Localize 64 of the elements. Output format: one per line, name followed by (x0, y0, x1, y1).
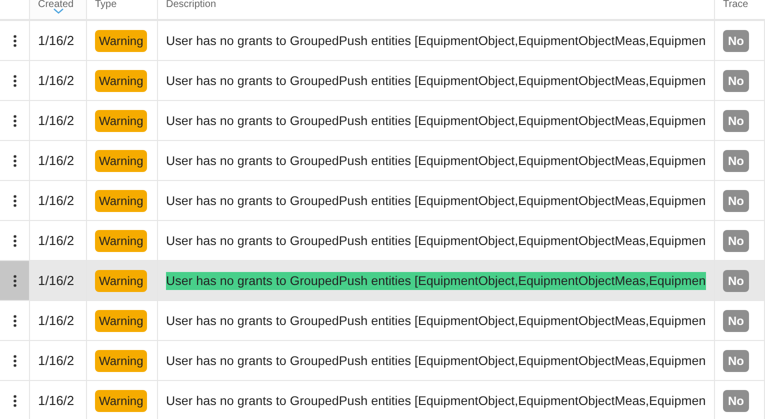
table-row[interactable]: 1/16/2 Warning User has no grants to GroupedPush entities [EquipmentObject,EquipmentObjectMeas,Equipmen No (0, 141, 765, 181)
sort-descending-icon (53, 8, 64, 14)
description-text: User has no grants to GroupedPush entities [EquipmentObject,EquipmentObjectMeas,Equipmen (166, 232, 706, 250)
more-options-icon[interactable] (12, 234, 16, 246)
description-text: User has no grants to GroupedPush entities [EquipmentObject,EquipmentObjectMeas,Equipmen (166, 192, 706, 210)
description-text: User has no grants to GroupedPush entities [EquipmentObject,EquipmentObjectMeas,Equipmen (166, 112, 706, 130)
date-text: 1/16/2 (38, 393, 74, 408)
description-text: User has no grants to GroupedPush entities [EquipmentObject,EquipmentObjectMeas,Equipmen (166, 392, 706, 410)
column-header[interactable]: Type (95, 0, 117, 10)
more-options-icon[interactable] (12, 394, 16, 406)
table-row[interactable]: 1/16/2 Warning User has no grants to GroupedPush entities [EquipmentObject,EquipmentObjectMeas,Equipmen No (0, 341, 765, 381)
more-options-icon[interactable] (12, 314, 16, 326)
warning-badge: Warning (95, 390, 148, 412)
trace-badge: No (723, 30, 749, 52)
column-header[interactable]: Created (38, 0, 74, 10)
table-row[interactable]: 1/16/2 Warning User has no grants to GroupedPush entities [EquipmentObject,EquipmentObjectMeas,Equipmen No (0, 61, 765, 101)
description-text: User has no grants to GroupedPush entities [EquipmentObject,EquipmentObjectMeas,Equipmen (166, 272, 706, 290)
more-options-icon[interactable] (12, 114, 16, 126)
table-row[interactable]: 1/16/2 Warning User has no grants to GroupedPush entities [EquipmentObject,EquipmentObjectMeas,Equipmen No (0, 101, 765, 141)
trace-badge: No (723, 230, 749, 252)
more-options-icon[interactable] (12, 274, 16, 286)
trace-badge: No (723, 310, 749, 332)
warning-badge: Warning (95, 190, 148, 212)
column-header[interactable]: Trace (723, 0, 748, 10)
description-text: User has no grants to GroupedPush entities [EquipmentObject,EquipmentObjectMeas,Equipmen (166, 72, 706, 90)
date-text: 1/16/2 (38, 73, 74, 88)
table-row[interactable]: 1/16/2 Warning User has no grants to GroupedPush entities [EquipmentObject,EquipmentObjectMeas,Equipmen No (0, 261, 765, 301)
table-row[interactable]: 1/16/2 Warning User has no grants to GroupedPush entities [EquipmentObject,EquipmentObjectMeas,Equipmen No (0, 21, 765, 61)
warning-badge: Warning (95, 350, 148, 372)
warning-badge: Warning (95, 230, 148, 252)
date-text: 1/16/2 (38, 233, 74, 248)
date-text: 1/16/2 (38, 193, 74, 208)
date-text: 1/16/2 (38, 273, 74, 288)
date-text: 1/16/2 (38, 353, 74, 368)
description-text: User has no grants to GroupedPush entities [EquipmentObject,EquipmentObjectMeas,Equipmen (166, 32, 706, 50)
warning-badge: Warning (95, 30, 148, 52)
trace-badge: No (723, 150, 749, 172)
trace-badge: No (723, 110, 749, 132)
more-options-icon[interactable] (12, 74, 16, 86)
table-row[interactable]: 1/16/2 Warning User has no grants to GroupedPush entities [EquipmentObject,EquipmentObjectMeas,Equipmen No (0, 381, 765, 419)
warning-badge: Warning (95, 310, 148, 332)
description-text: User has no grants to GroupedPush entities [EquipmentObject,EquipmentObjectMeas,Equipmen (166, 152, 706, 170)
more-options-icon[interactable] (12, 354, 16, 366)
trace-badge: No (723, 390, 749, 412)
description-text: User has no grants to GroupedPush entities [EquipmentObject,EquipmentObjectMeas,Equipmen (166, 352, 706, 370)
date-text: 1/16/2 (38, 313, 74, 328)
warning-badge: Warning (95, 110, 148, 132)
trace-badge: No (723, 270, 749, 292)
warning-badge: Warning (95, 150, 148, 172)
column-header[interactable]: Description (166, 0, 216, 10)
date-text: 1/16/2 (38, 153, 74, 168)
date-text: 1/16/2 (38, 113, 74, 128)
warning-badge: Warning (95, 70, 148, 92)
table-row[interactable]: 1/16/2 Warning User has no grants to GroupedPush entities [EquipmentObject,EquipmentObjectMeas,Equipmen No (0, 301, 765, 341)
more-options-icon[interactable] (12, 34, 16, 46)
trace-badge: No (723, 350, 749, 372)
trace-badge: No (723, 70, 749, 92)
more-options-icon[interactable] (12, 194, 16, 206)
more-options-icon[interactable] (12, 154, 16, 166)
table-row[interactable]: 1/16/2 Warning User has no grants to GroupedPush entities [EquipmentObject,EquipmentObjectMeas,Equipmen No (0, 181, 765, 221)
trace-badge: No (723, 190, 749, 212)
date-text: 1/16/2 (38, 33, 74, 48)
description-text: User has no grants to GroupedPush entities [EquipmentObject,EquipmentObjectMeas,Equipmen (166, 312, 706, 330)
warning-badge: Warning (95, 270, 148, 292)
